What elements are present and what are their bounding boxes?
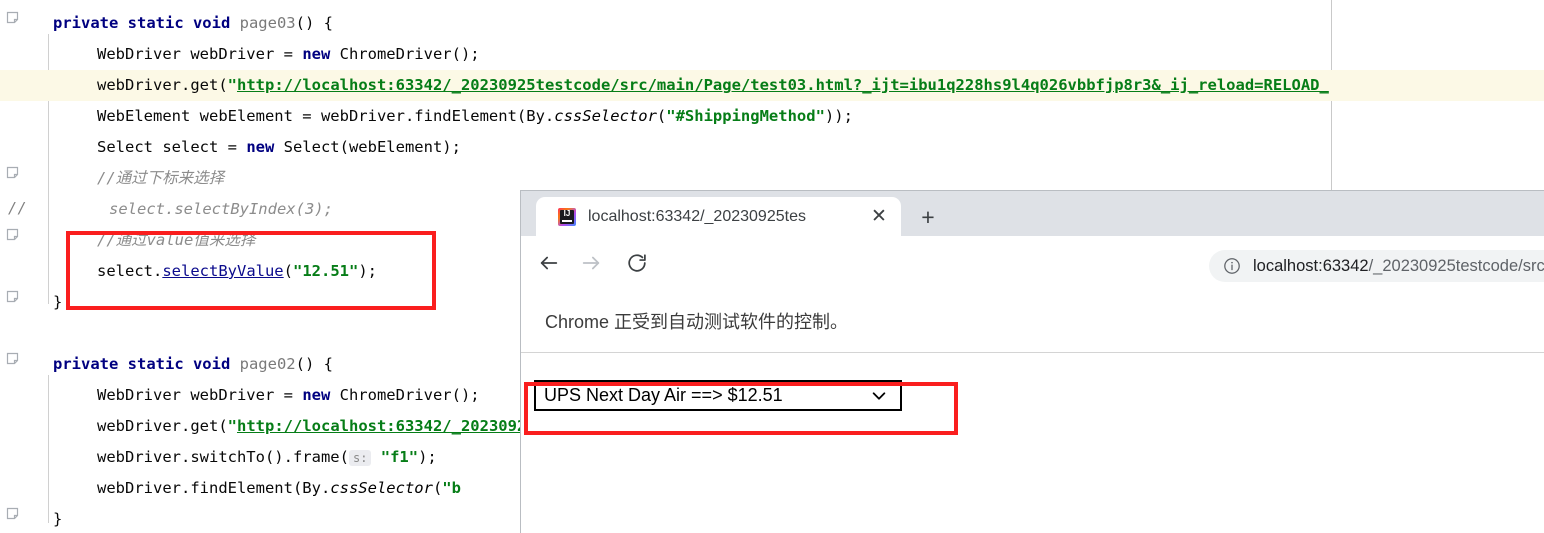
code-token: select.selectByIndex(3); bbox=[109, 200, 333, 218]
code-token: new bbox=[302, 386, 340, 404]
code-line[interactable]: Select select = new Select(webElement); bbox=[97, 132, 461, 163]
address-bar-host: localhost:63342 bbox=[1253, 256, 1369, 275]
code-line[interactable]: private static void page03() { bbox=[53, 8, 333, 39]
code-line[interactable]: webDriver.findElement(By.cssSelector("b bbox=[97, 473, 461, 504]
code-token: ( bbox=[656, 107, 667, 125]
code-token: Select(webElement); bbox=[283, 138, 461, 156]
code-token: select. bbox=[97, 262, 163, 280]
web-page-content: UPS Next Day Air ==> $12.51 bbox=[521, 354, 1544, 533]
code-token: WebElement webElement = webDriver.findEl… bbox=[97, 107, 555, 125]
code-token: private static void bbox=[53, 355, 240, 373]
code-token: webDriver.get( bbox=[97, 417, 228, 435]
code-token: " bbox=[227, 417, 237, 435]
code-token: ( bbox=[432, 479, 443, 497]
code-token: webDriver.get( bbox=[97, 76, 228, 94]
code-line[interactable]: //通过下标来选择 bbox=[97, 163, 224, 194]
code-token: //通过下标来选择 bbox=[97, 169, 225, 187]
automation-info-bar: Chrome 正受到自动测试软件的控制。 bbox=[521, 290, 1544, 353]
code-token: page03 bbox=[239, 14, 296, 32]
code-token: webDriver.switchTo().frame( bbox=[97, 448, 349, 466]
code-token: } bbox=[53, 510, 63, 528]
info-circle-icon[interactable] bbox=[1223, 257, 1241, 275]
browser-tab[interactable]: IJ localhost:63342/_20230925tes ✕ bbox=[536, 197, 901, 236]
chrome-browser-window: IJ localhost:63342/_20230925tes ✕ + loca… bbox=[520, 190, 1544, 533]
close-tab-icon[interactable]: ✕ bbox=[867, 205, 891, 229]
address-bar[interactable]: localhost:63342/_20230925testcode/src/ma… bbox=[1209, 250, 1544, 282]
browser-viewport: Chrome 正受到自动测试软件的控制。 UPS Next Day Air ==… bbox=[521, 289, 1544, 533]
code-token: cssSelector bbox=[330, 479, 433, 497]
code-line[interactable]: webDriver.get("http://localhost:63342/_2… bbox=[0, 70, 1544, 101]
new-tab-button[interactable]: + bbox=[913, 202, 943, 232]
code-token: private static void bbox=[53, 14, 240, 32]
code-line[interactable]: //通过value值来选择 bbox=[97, 225, 255, 256]
code-token: new bbox=[246, 138, 284, 156]
code-token: webDriver.findElement(By. bbox=[97, 479, 331, 497]
code-line[interactable]: } bbox=[53, 287, 62, 318]
code-token: ChromeDriver(); bbox=[339, 45, 480, 63]
code-token: "b bbox=[442, 479, 461, 497]
code-token: WebDriver webDriver = bbox=[97, 386, 303, 404]
code-token: () { bbox=[295, 355, 333, 373]
browser-tab-title: localhost:63342/_20230925tes bbox=[588, 207, 806, 225]
code-token: WebDriver webDriver = bbox=[97, 45, 303, 63]
tab-strip: IJ localhost:63342/_20230925tes ✕ + bbox=[521, 191, 1544, 236]
code-token: //通过value值来选择 bbox=[97, 231, 256, 249]
code-token: )); bbox=[824, 107, 853, 125]
code-token: "f1" bbox=[380, 448, 419, 466]
code-line[interactable]: WebDriver webDriver = new ChromeDriver()… bbox=[97, 39, 480, 70]
code-line[interactable]: select.selectByValue("12.51"); bbox=[97, 256, 377, 287]
automation-info-text: Chrome 正受到自动测试软件的控制。 bbox=[545, 312, 849, 332]
code-token: ); bbox=[358, 262, 377, 280]
forward-arrow-icon bbox=[577, 249, 605, 277]
reload-arrow-icon[interactable] bbox=[623, 249, 651, 277]
code-token: "#ShippingMethod" bbox=[666, 107, 825, 125]
code-token: ( bbox=[283, 262, 293, 280]
code-line[interactable]: private static void page02() { bbox=[53, 349, 333, 380]
code-line[interactable]: WebElement webElement = webDriver.findEl… bbox=[97, 101, 853, 132]
code-token: } bbox=[53, 293, 63, 311]
code-token: new bbox=[302, 45, 340, 63]
shipping-method-select[interactable]: UPS Next Day Air ==> $12.51 bbox=[534, 380, 902, 411]
code-token: ); bbox=[418, 448, 437, 466]
code-line[interactable]: WebDriver webDriver = new ChromeDriver()… bbox=[97, 380, 480, 411]
parameter-hint: s: bbox=[348, 450, 372, 466]
address-bar-path: /_20230925testcode/src/main/Page/test03.… bbox=[1368, 256, 1544, 275]
code-token: Select select = bbox=[97, 138, 247, 156]
code-token: () { bbox=[295, 14, 333, 32]
code-line[interactable]: webDriver.switchTo().frame(s: "f1"); bbox=[97, 442, 437, 473]
intellij-idea-icon: IJ bbox=[558, 207, 576, 226]
back-arrow-icon[interactable] bbox=[535, 249, 563, 277]
code-token: "12.51" bbox=[293, 262, 359, 280]
shipping-method-selected-value: UPS Next Day Air ==> $12.51 bbox=[544, 385, 783, 405]
code-line[interactable]: select.selectByIndex(3); bbox=[109, 194, 333, 225]
code-token: selectByValue bbox=[162, 262, 284, 280]
code-token: cssSelector bbox=[554, 107, 657, 125]
code-line[interactable]: } bbox=[53, 504, 62, 533]
address-bar-url: localhost:63342/_20230925testcode/src/ma… bbox=[1253, 257, 1544, 276]
code-token: page02 bbox=[239, 355, 296, 373]
favicon-letters: IJ bbox=[563, 208, 571, 218]
code-token: http://localhost:63342/_20230925testcode… bbox=[237, 76, 1329, 94]
chevron-down-icon bbox=[870, 387, 888, 405]
code-token: " bbox=[227, 76, 237, 94]
code-token: ChromeDriver(); bbox=[339, 386, 480, 404]
